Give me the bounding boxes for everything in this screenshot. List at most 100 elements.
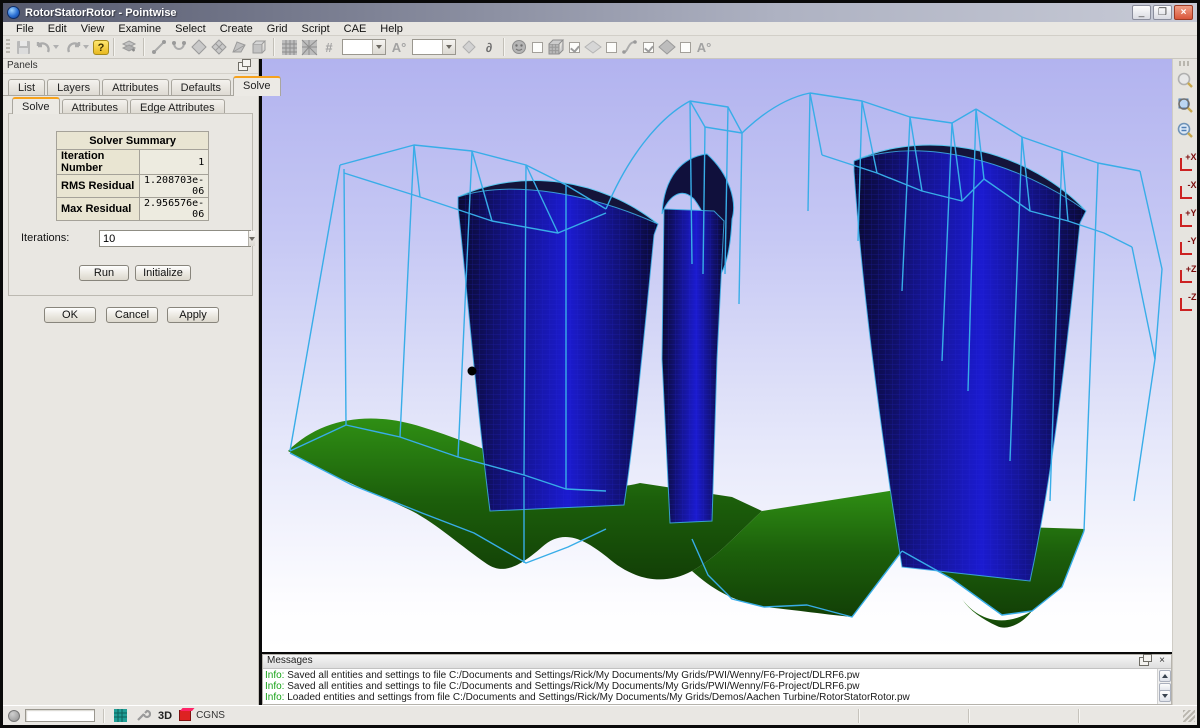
axis-label: +X	[1185, 152, 1196, 162]
undo-dropdown-icon[interactable]	[53, 45, 59, 49]
view-plus-x-button[interactable]: +X	[1175, 151, 1196, 177]
iterations-dropdown[interactable]	[248, 231, 255, 246]
zoom-one-to-one-icon[interactable]	[1175, 118, 1196, 142]
curve-icon[interactable]	[169, 37, 189, 57]
menu-item-edit[interactable]: Edit	[41, 23, 74, 35]
menu-item-cae[interactable]: CAE	[337, 23, 374, 35]
flat-diamond-icon[interactable]	[583, 37, 603, 57]
menu-item-grid[interactable]: Grid	[260, 23, 295, 35]
subtab-solve[interactable]: Solve	[12, 97, 60, 114]
block-icon[interactable]	[249, 37, 269, 57]
database-fan-icon[interactable]	[229, 37, 249, 57]
cancel-button[interactable]: Cancel	[106, 307, 158, 323]
messages-scrollbar[interactable]	[1157, 669, 1171, 704]
spacing-icon[interactable]: A°	[389, 37, 409, 57]
close-button[interactable]: ×	[1174, 5, 1193, 20]
blade-middle	[662, 154, 734, 523]
redo-dropdown-icon[interactable]	[83, 45, 89, 49]
messages-list[interactable]: Info: Saved all entities and settings to…	[263, 669, 1157, 704]
menu-item-script[interactable]: Script	[295, 23, 337, 35]
help-icon[interactable]: ?	[93, 40, 109, 55]
selected-point-marker[interactable]	[468, 367, 477, 376]
tab-divider	[3, 95, 258, 96]
view-plus-z-button[interactable]: +Z	[1175, 263, 1196, 289]
tab-defaults[interactable]: Defaults	[171, 79, 231, 96]
subtab-attributes[interactable]: Attributes	[62, 99, 128, 114]
domain-visibility-checkbox[interactable]	[606, 42, 617, 53]
block-visibility-checkbox[interactable]	[569, 42, 580, 53]
toolbar-grip[interactable]	[6, 39, 10, 55]
menu-item-select[interactable]: Select	[168, 23, 213, 35]
menu-item-create[interactable]: Create	[213, 23, 260, 35]
connector-curve-icon[interactable]	[620, 37, 640, 57]
iterations-input[interactable]	[100, 231, 248, 246]
spacing-combobox[interactable]	[412, 39, 456, 55]
layer-stack-icon[interactable]	[119, 37, 139, 57]
toolbar-separator	[503, 38, 505, 56]
panels-header: Panels	[3, 59, 258, 74]
dimension-input[interactable]	[343, 40, 372, 54]
axis-label: -X	[1188, 180, 1197, 190]
restore-button[interactable]: ❐	[1153, 5, 1172, 20]
view-minus-x-button[interactable]: -X	[1175, 179, 1196, 205]
solver-summary-title: Solver Summary	[57, 132, 209, 150]
table-row: RMS Residual 1.208703e-06	[57, 175, 209, 198]
tab-solve[interactable]: Solve	[233, 76, 281, 96]
ok-button[interactable]: OK	[44, 307, 96, 323]
menu-item-file[interactable]: File	[9, 23, 41, 35]
menu-item-view[interactable]: View	[74, 23, 112, 35]
menu-item-help[interactable]: Help	[373, 23, 410, 35]
cube-icon[interactable]	[546, 37, 566, 57]
run-button[interactable]: Run	[79, 265, 129, 281]
mask-face-checkbox[interactable]	[532, 42, 543, 53]
save-icon[interactable]	[13, 37, 33, 57]
panels-dock: Panels List Layers Attributes Defaults S…	[3, 59, 259, 705]
unstructured-grid-icon[interactable]	[299, 37, 319, 57]
axis-label: -Z	[1188, 292, 1197, 302]
app-window: RotorStatorRotor - Pointwise _ ❐ × File …	[0, 0, 1200, 728]
zoom-icon[interactable]	[1175, 68, 1196, 92]
domain-icon[interactable]	[189, 37, 209, 57]
tab-layers[interactable]: Layers	[47, 79, 100, 96]
panels-float-icon[interactable]	[238, 62, 248, 71]
mask-face-icon[interactable]	[509, 37, 529, 57]
redo-icon[interactable]	[63, 37, 83, 57]
connector-visibility-checkbox[interactable]	[643, 42, 654, 53]
diamond-icon[interactable]	[459, 37, 479, 57]
apply-button[interactable]: Apply	[167, 307, 219, 323]
tab-list[interactable]: List	[8, 79, 45, 96]
spacing-constraint-icon[interactable]: A°	[694, 37, 714, 57]
panels-title: Panels	[7, 60, 38, 71]
scroll-down-icon[interactable]	[1159, 690, 1171, 702]
minimize-button[interactable]: _	[1132, 5, 1151, 20]
view-minus-y-button[interactable]: -Y	[1175, 235, 1196, 261]
partial-derivative-icon[interactable]: ∂	[479, 37, 499, 57]
cae-format-label: CGNS	[196, 710, 225, 721]
spacing-dropdown[interactable]	[442, 40, 455, 54]
scroll-up-icon[interactable]	[1159, 670, 1171, 682]
menu-item-examine[interactable]: Examine	[111, 23, 168, 35]
viewport-3d[interactable]	[262, 59, 1172, 652]
tab-attributes[interactable]: Attributes	[102, 79, 168, 96]
dimension-dropdown[interactable]	[372, 40, 385, 54]
resize-grip[interactable]	[1183, 710, 1195, 722]
undo-icon[interactable]	[33, 37, 53, 57]
view-plus-y-button[interactable]: +Y	[1175, 207, 1196, 233]
shaded-diamond-icon[interactable]	[657, 37, 677, 57]
zoom-to-fit-icon[interactable]	[1175, 93, 1196, 117]
view-minus-z-button[interactable]: -Z	[1175, 291, 1196, 317]
solve-subtabs: Solve Attributes Edge Attributes	[12, 97, 227, 114]
database-visibility-checkbox[interactable]	[680, 42, 691, 53]
dimension-combobox[interactable]	[342, 39, 386, 55]
spacing-input[interactable]	[413, 40, 442, 54]
messages-close-icon[interactable]: ×	[1159, 655, 1165, 666]
view-toolbar-grip[interactable]	[1179, 61, 1191, 66]
subtab-edge-attributes[interactable]: Edge Attributes	[130, 99, 225, 114]
domain-grid-icon[interactable]	[209, 37, 229, 57]
messages-float-icon[interactable]	[1139, 657, 1149, 666]
initialize-button[interactable]: Initialize	[135, 265, 191, 281]
structured-grid-icon[interactable]	[279, 37, 299, 57]
dimension-icon[interactable]: #	[319, 37, 339, 57]
iterations-spinbox[interactable]	[99, 230, 251, 247]
connector-icon[interactable]	[149, 37, 169, 57]
